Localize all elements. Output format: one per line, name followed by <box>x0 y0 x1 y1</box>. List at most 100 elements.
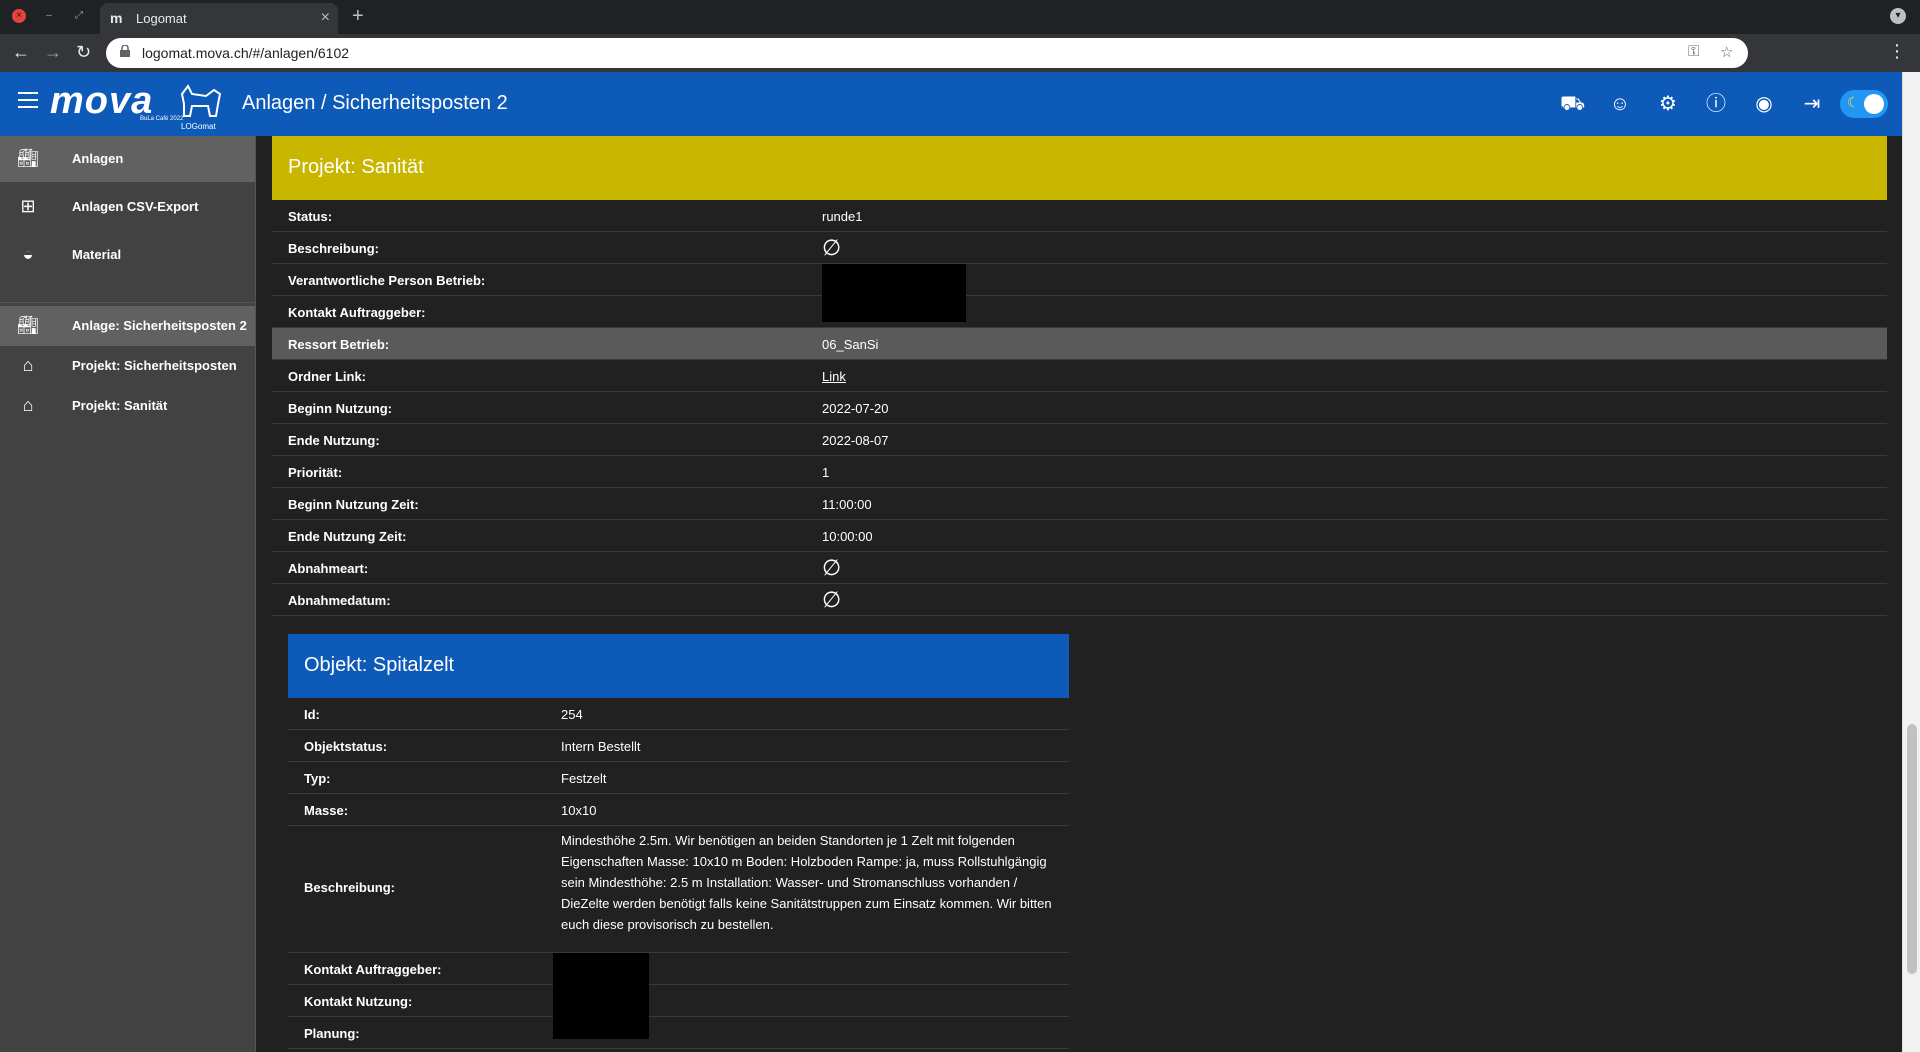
row-value: 11:00:00 <box>822 497 872 512</box>
truck-icon[interactable]: ⛟ <box>1560 92 1585 116</box>
object-header: Objekt: Spitalzelt <box>288 634 1069 698</box>
sidebar: 🏭︎ Anlagen ⊞ Anlagen CSV-Export ◒ Materi… <box>0 136 256 1052</box>
row-key: Ressort Betrieb: <box>288 337 390 352</box>
row-key: Id: <box>304 707 320 722</box>
row-key: Kontakt Nutzung: <box>304 994 413 1009</box>
detail-row: Kontakt Nutzung: <box>288 985 1069 1017</box>
sidebar-item-label: Projekt: Sicherheitsposten <box>72 358 237 373</box>
detail-row: Verantwortliche Person Betrieb: <box>272 264 1887 296</box>
row-value: 10x10 <box>561 803 597 818</box>
url-text: logomat.mova.ch/#/anlagen/6102 <box>142 45 350 61</box>
sidebar-item-projekt-sanitaet[interactable]: ⌂ Projekt: Sanität <box>0 386 255 426</box>
material-icon: ◒ <box>22 244 34 264</box>
row-key: Ende Nutzung: <box>288 433 380 448</box>
sidebar-item-label: Projekt: Sanität <box>72 398 168 413</box>
sidebar-item-csv-export[interactable]: ⊞ Anlagen CSV-Export <box>0 184 255 230</box>
object-card: Objekt: Spitalzelt Id: 254 Objektstatus: I… <box>288 634 1069 1049</box>
row-key: Verantwortliche Person Betrieb: <box>288 273 486 288</box>
logout-icon[interactable]: ⇥ <box>1800 92 1824 116</box>
address-bar[interactable]: logomat.mova.ch/#/anlagen/6102 ⚿ ☆ <box>106 38 1748 68</box>
page-scrollbar[interactable] <box>1902 72 1920 1052</box>
row-key: Ende Nutzung Zeit: <box>288 529 407 544</box>
reload-icon[interactable]: ↻ <box>76 42 91 63</box>
row-key: Beginn Nutzung: <box>288 401 392 416</box>
row-value: 06_SanSi <box>822 337 879 352</box>
detail-row: Abnahmedatum: ∅ <box>272 584 1887 616</box>
detail-row: Ordner Link: Link <box>272 360 1887 392</box>
face-icon[interactable]: ☺ <box>1608 92 1632 116</box>
mova-logo[interactable]: mova <box>50 80 153 123</box>
maximize-window-icon[interactable]: ⤢ <box>72 9 86 23</box>
favicon-icon: m <box>110 10 123 26</box>
sidebar-item-material[interactable]: ◒ Material <box>0 232 255 278</box>
close-tab-icon[interactable]: × <box>321 9 330 27</box>
project-icon: ⌂ <box>22 395 34 415</box>
info-icon[interactable]: ⓘ <box>1704 92 1728 116</box>
redacted-block <box>822 264 966 322</box>
lock-icon <box>120 45 130 57</box>
forward-icon[interactable]: → <box>44 42 62 63</box>
detail-row: Abnahmeart: ∅ <box>272 552 1887 584</box>
detail-row: Kontakt Auftraggeber: <box>288 953 1069 985</box>
detail-row: Masse: 10x10 <box>288 794 1069 826</box>
row-value: Mindesthöhe 2.5m. Wir benötigen an beide… <box>561 833 1052 932</box>
browser-tab[interactable]: m Logomat × <box>100 3 338 34</box>
row-value: Festzelt <box>561 771 607 786</box>
new-tab-icon[interactable]: + <box>352 5 364 28</box>
browser-tabbar: × – ⤢ m Logomat × + ▾ <box>0 0 1920 34</box>
row-value: 2022-07-20 <box>822 401 889 416</box>
factory-icon: 🏭︎ <box>16 148 40 168</box>
close-window-icon[interactable]: × <box>12 9 26 23</box>
logomat-label: LOGomat <box>181 122 216 131</box>
detail-row: Ressort Betrieb: 06_SanSi <box>272 328 1887 360</box>
folder-link[interactable]: Link <box>822 369 846 384</box>
row-key: Beginn Nutzung Zeit: <box>288 497 419 512</box>
row-value: 10:00:00 <box>822 529 873 544</box>
logo-subtext: BuLa Café 2022 <box>140 116 184 122</box>
sidebar-item-label: Anlage: Sicherheitsposten 2 <box>72 318 247 333</box>
key-icon[interactable]: ⚿ <box>1688 43 1699 60</box>
detail-row: Priorität: 1 <box>272 456 1887 488</box>
row-key: Abnahmeart: <box>288 561 369 576</box>
empty-value-icon: ∅ <box>822 587 842 612</box>
tab-search-icon[interactable]: ▾ <box>1890 8 1906 24</box>
row-key: Objektstatus: <box>304 739 388 754</box>
moon-icon: ☾ <box>1847 94 1860 110</box>
page-title: Anlagen / Sicherheitsposten 2 <box>242 92 508 114</box>
sidebar-item-anlage[interactable]: 🏭︎ Anlage: Sicherheitsposten 2 <box>0 306 255 346</box>
app-bar: mova BuLa Café 2022 LOGomat Anlagen / Si… <box>0 72 1902 136</box>
row-key: Beschreibung: <box>288 241 380 256</box>
detail-row: Objektstatus: Intern Bestellt <box>288 730 1069 762</box>
scrollbar-thumb[interactable] <box>1907 724 1917 974</box>
detail-row: Beschreibung: Mindesthöhe 2.5m. Wir benöt… <box>288 826 1069 953</box>
detail-row: Beginn Nutzung Zeit: 11:00:00 <box>272 488 1887 520</box>
row-value: 2022-08-07 <box>822 433 889 448</box>
theme-toggle[interactable]: ☾ <box>1840 90 1888 118</box>
detail-row: Status: runde1 <box>272 200 1887 232</box>
github-icon[interactable]: ◉ <box>1752 92 1776 116</box>
row-value: Link <box>822 369 846 384</box>
detail-row: Typ: Festzelt <box>288 762 1069 794</box>
tab-title: Logomat <box>136 11 187 26</box>
row-key: Priorität: <box>288 465 343 480</box>
minimize-window-icon[interactable]: – <box>42 9 56 23</box>
detail-row: Ende Nutzung Zeit: 10:00:00 <box>272 520 1887 552</box>
row-value: Intern Bestellt <box>561 739 641 754</box>
settings-icon[interactable]: ⚙ <box>1656 92 1680 116</box>
row-key: Masse: <box>304 803 349 818</box>
back-icon[interactable]: ← <box>12 42 30 63</box>
row-value: runde1 <box>822 209 863 224</box>
sidebar-divider <box>0 302 255 303</box>
empty-value-icon: ∅ <box>822 555 842 580</box>
detail-row: Beginn Nutzung: 2022-07-20 <box>272 392 1887 424</box>
browser-menu-icon[interactable]: ⋮ <box>1888 41 1906 62</box>
bookmark-star-icon[interactable]: ☆ <box>1720 43 1733 61</box>
row-key: Status: <box>288 209 333 224</box>
sidebar-item-label: Anlagen CSV-Export <box>72 199 199 214</box>
sidebar-item-projekt-sicherheitsposten[interactable]: ⌂ Projekt: Sicherheitsposten <box>0 346 255 386</box>
row-value: 1 <box>822 465 830 480</box>
row-key: Ordner Link: <box>288 369 367 384</box>
hamburger-menu-icon[interactable] <box>18 92 38 108</box>
sidebar-item-anlagen[interactable]: 🏭︎ Anlagen <box>0 136 255 182</box>
detail-row: Id: 254 <box>288 698 1069 730</box>
